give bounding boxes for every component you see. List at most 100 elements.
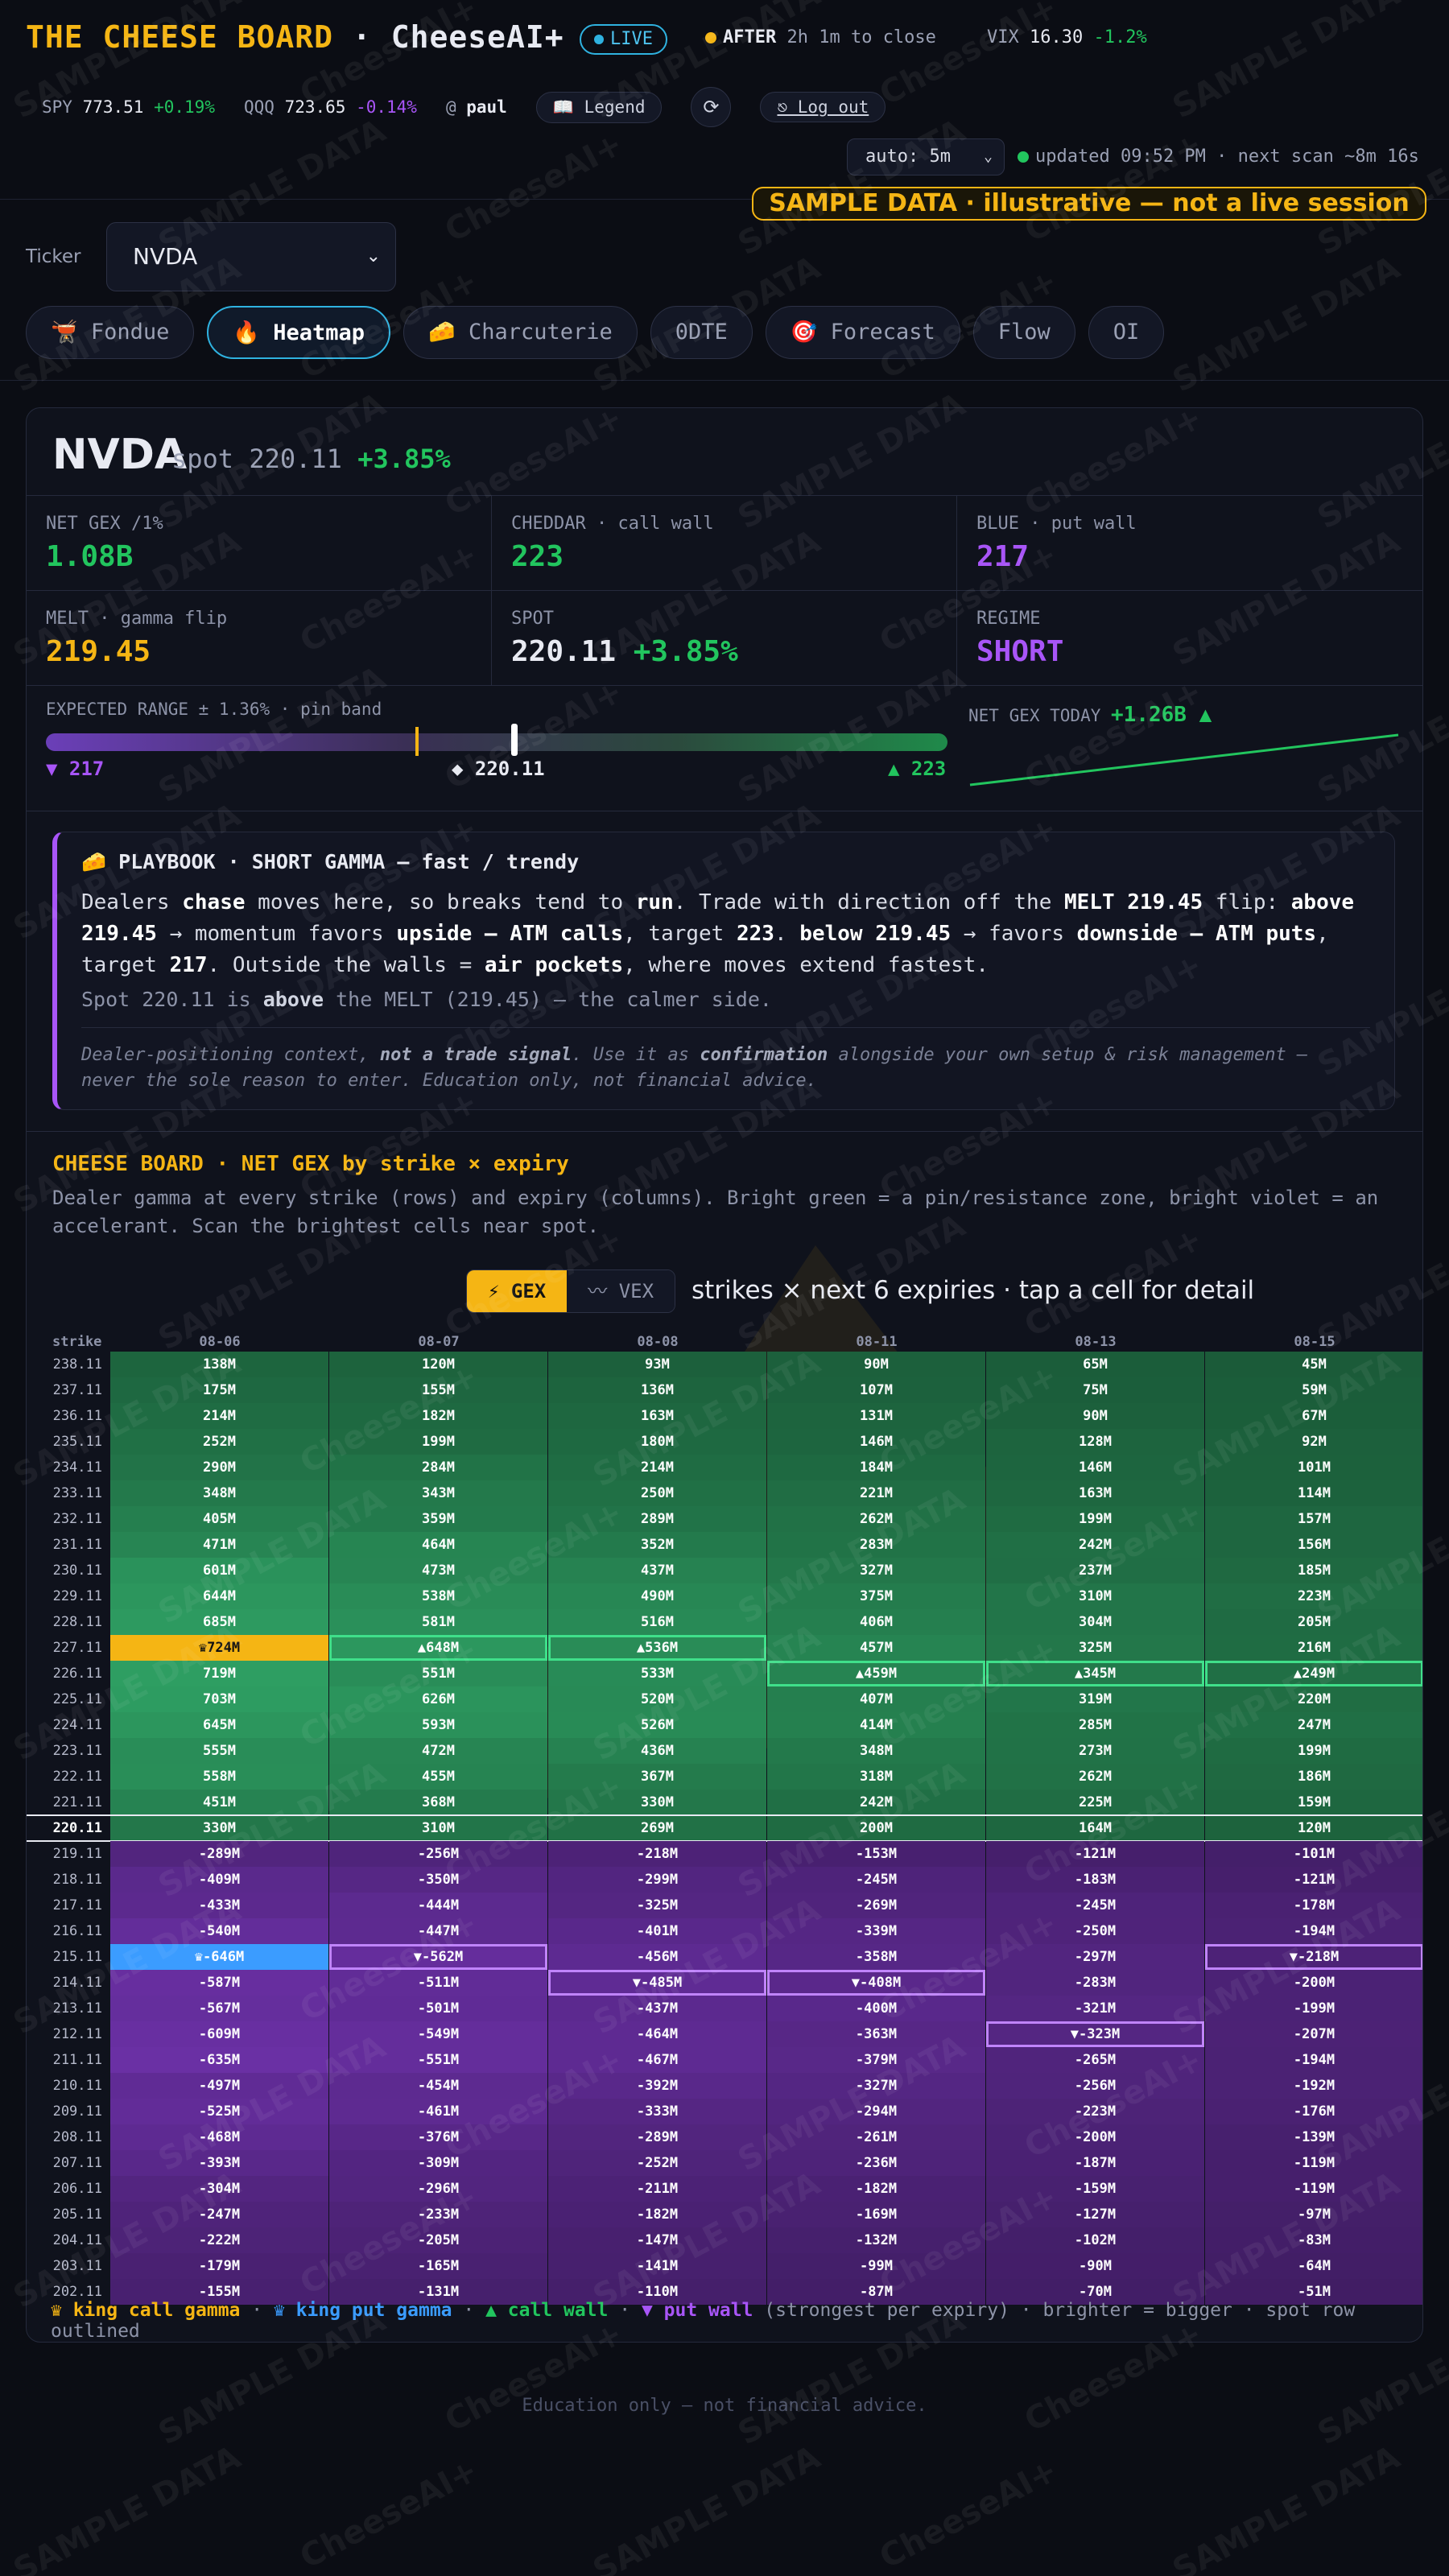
heatmap-cell[interactable]: 45M xyxy=(1205,1352,1422,1377)
heatmap-cell[interactable]: 186M xyxy=(1205,1764,1422,1790)
heatmap-cell[interactable]: -236M xyxy=(767,2150,985,2176)
heatmap-cell[interactable]: 59M xyxy=(1205,1377,1422,1403)
heatmap-cell[interactable]: 437M xyxy=(548,1558,766,1583)
heatmap-cell[interactable]: 304M xyxy=(986,1609,1204,1635)
heatmap-cell[interactable]: ▲648M xyxy=(329,1635,547,1661)
heatmap-cell[interactable]: ▼-485M xyxy=(548,1970,766,1996)
heatmap-cell[interactable]: -299M xyxy=(548,1867,766,1893)
heatmap-cell[interactable]: 128M xyxy=(986,1429,1204,1455)
heatmap-cell[interactable]: -497M xyxy=(110,2073,328,2099)
heatmap-cell[interactable]: 407M xyxy=(767,1686,985,1712)
heatmap-cell[interactable]: 101M xyxy=(1205,1455,1422,1480)
heatmap-cell[interactable]: -309M xyxy=(329,2150,547,2176)
heatmap-cell[interactable]: -194M xyxy=(1205,2047,1422,2073)
heatmap-cell[interactable]: -127M xyxy=(986,2202,1204,2227)
heatmap-cell[interactable]: 223M xyxy=(1205,1583,1422,1609)
heatmap-cell[interactable]: 242M xyxy=(986,1532,1204,1558)
heatmap-cell[interactable]: -587M xyxy=(110,1970,328,1996)
heatmap-cell[interactable]: -339M xyxy=(767,1918,985,1944)
heatmap-cell[interactable]: 159M xyxy=(1205,1790,1422,1815)
toggle-vex[interactable]: 〰 VEX xyxy=(567,1270,675,1312)
heatmap-cell[interactable]: -139M xyxy=(1205,2124,1422,2150)
heatmap-cell[interactable]: 199M xyxy=(986,1506,1204,1532)
heatmap-cell[interactable]: 262M xyxy=(767,1506,985,1532)
heatmap-cell[interactable]: -392M xyxy=(548,2073,766,2099)
heatmap-cell[interactable]: 247M xyxy=(1205,1712,1422,1738)
heatmap-cell[interactable]: -393M xyxy=(110,2150,328,2176)
legend-button[interactable]: 📖 Legend xyxy=(535,91,663,123)
heatmap-cell[interactable]: -159M xyxy=(986,2176,1204,2202)
heatmap-cell[interactable]: 155M xyxy=(329,1377,547,1403)
heatmap-cell[interactable]: 343M xyxy=(329,1480,547,1506)
heatmap-cell[interactable]: ▼-323M xyxy=(986,2021,1204,2047)
heatmap-cell[interactable]: 455M xyxy=(329,1764,547,1790)
heatmap-cell[interactable]: 405M xyxy=(110,1506,328,1532)
heatmap-cell[interactable]: 273M xyxy=(986,1738,1204,1764)
heatmap-cell[interactable]: 216M xyxy=(1205,1635,1422,1661)
tab-oi[interactable]: OI xyxy=(1088,306,1165,359)
heatmap-cell[interactable]: -304M xyxy=(110,2176,328,2202)
heatmap-cell[interactable]: -447M xyxy=(329,1918,547,1944)
heatmap-cell[interactable]: -461M xyxy=(329,2099,547,2124)
heatmap-cell[interactable]: 289M xyxy=(548,1506,766,1532)
heatmap-cell[interactable]: -233M xyxy=(329,2202,547,2227)
heatmap-cell[interactable]: 593M xyxy=(329,1712,547,1738)
heatmap-cell[interactable]: 516M xyxy=(548,1609,766,1635)
heatmap-cell[interactable]: -376M xyxy=(329,2124,547,2150)
heatmap-cell[interactable]: -183M xyxy=(986,1867,1204,1893)
heatmap-cell[interactable]: -467M xyxy=(548,2047,766,2073)
tab-charcuterie[interactable]: 🧀 Charcuterie xyxy=(403,306,638,359)
heatmap-cell[interactable]: 200M xyxy=(767,1815,985,1841)
heatmap-cell[interactable]: -269M xyxy=(767,1893,985,1918)
heatmap-cell[interactable]: 645M xyxy=(110,1712,328,1738)
logout-button[interactable]: ⎋ Log out xyxy=(760,92,886,122)
heatmap-cell[interactable]: 163M xyxy=(548,1403,766,1429)
heatmap-cell[interactable]: 330M xyxy=(110,1815,328,1841)
heatmap-cell[interactable]: 146M xyxy=(767,1429,985,1455)
heatmap-cell[interactable]: 330M xyxy=(548,1790,766,1815)
heatmap-cell[interactable]: 719M xyxy=(110,1661,328,1686)
heatmap-cell[interactable]: -327M xyxy=(767,2073,985,2099)
heatmap-cell[interactable]: 414M xyxy=(767,1712,985,1738)
heatmap-cell[interactable]: -99M xyxy=(767,2253,985,2279)
heatmap-cell[interactable]: -218M xyxy=(548,1841,766,1867)
heatmap-cell[interactable]: -222M xyxy=(110,2227,328,2253)
heatmap-cell[interactable]: ▼-408M xyxy=(767,1970,985,1996)
heatmap-cell[interactable]: -358M xyxy=(767,1944,985,1970)
heatmap-cell[interactable]: -567M xyxy=(110,1996,328,2021)
heatmap-cell[interactable]: -250M xyxy=(986,1918,1204,1944)
heatmap-cell[interactable]: -200M xyxy=(1205,1970,1422,1996)
heatmap-cell[interactable]: 185M xyxy=(1205,1558,1422,1583)
heatmap-cell[interactable]: 75M xyxy=(986,1377,1204,1403)
heatmap-cell[interactable]: -182M xyxy=(767,2176,985,2202)
heatmap-cell[interactable]: -256M xyxy=(329,1841,547,1867)
heatmap-cell[interactable]: 138M xyxy=(110,1352,328,1377)
heatmap-cell[interactable]: -296M xyxy=(329,2176,547,2202)
heatmap-cell[interactable]: 327M xyxy=(767,1558,985,1583)
heatmap-cell[interactable]: -207M xyxy=(1205,2021,1422,2047)
heatmap-cell[interactable]: -101M xyxy=(1205,1841,1422,1867)
heatmap-cell[interactable]: -609M xyxy=(110,2021,328,2047)
heatmap-cell[interactable]: 163M xyxy=(986,1480,1204,1506)
heatmap-cell[interactable]: -119M xyxy=(1205,2150,1422,2176)
heatmap-cell[interactable]: 199M xyxy=(329,1429,547,1455)
heatmap-cell[interactable]: 136M xyxy=(548,1377,766,1403)
heatmap-cell[interactable]: 90M xyxy=(767,1352,985,1377)
toggle-gex[interactable]: ⚡ GEX xyxy=(467,1270,568,1312)
heatmap-cell[interactable]: 220M xyxy=(1205,1686,1422,1712)
heatmap-cell[interactable]: -401M xyxy=(548,1918,766,1944)
heatmap-cell[interactable]: -363M xyxy=(767,2021,985,2047)
heatmap-cell[interactable]: -325M xyxy=(548,1893,766,1918)
heatmap-cell[interactable]: 367M xyxy=(548,1764,766,1790)
heatmap-cell[interactable]: 325M xyxy=(986,1635,1204,1661)
heatmap-cell[interactable]: 348M xyxy=(767,1738,985,1764)
heatmap-cell[interactable]: -119M xyxy=(1205,2176,1422,2202)
heatmap-cell[interactable]: -102M xyxy=(986,2227,1204,2253)
heatmap-cell[interactable]: 120M xyxy=(1205,1815,1422,1841)
heatmap-cell[interactable]: 644M xyxy=(110,1583,328,1609)
heatmap-cell[interactable]: 242M xyxy=(767,1790,985,1815)
heatmap-cell[interactable]: -200M xyxy=(986,2124,1204,2150)
tab-forecast[interactable]: 🎯 Forecast xyxy=(765,306,960,359)
heatmap-cell[interactable]: 131M xyxy=(767,1403,985,1429)
heatmap-cell[interactable]: -540M xyxy=(110,1918,328,1944)
